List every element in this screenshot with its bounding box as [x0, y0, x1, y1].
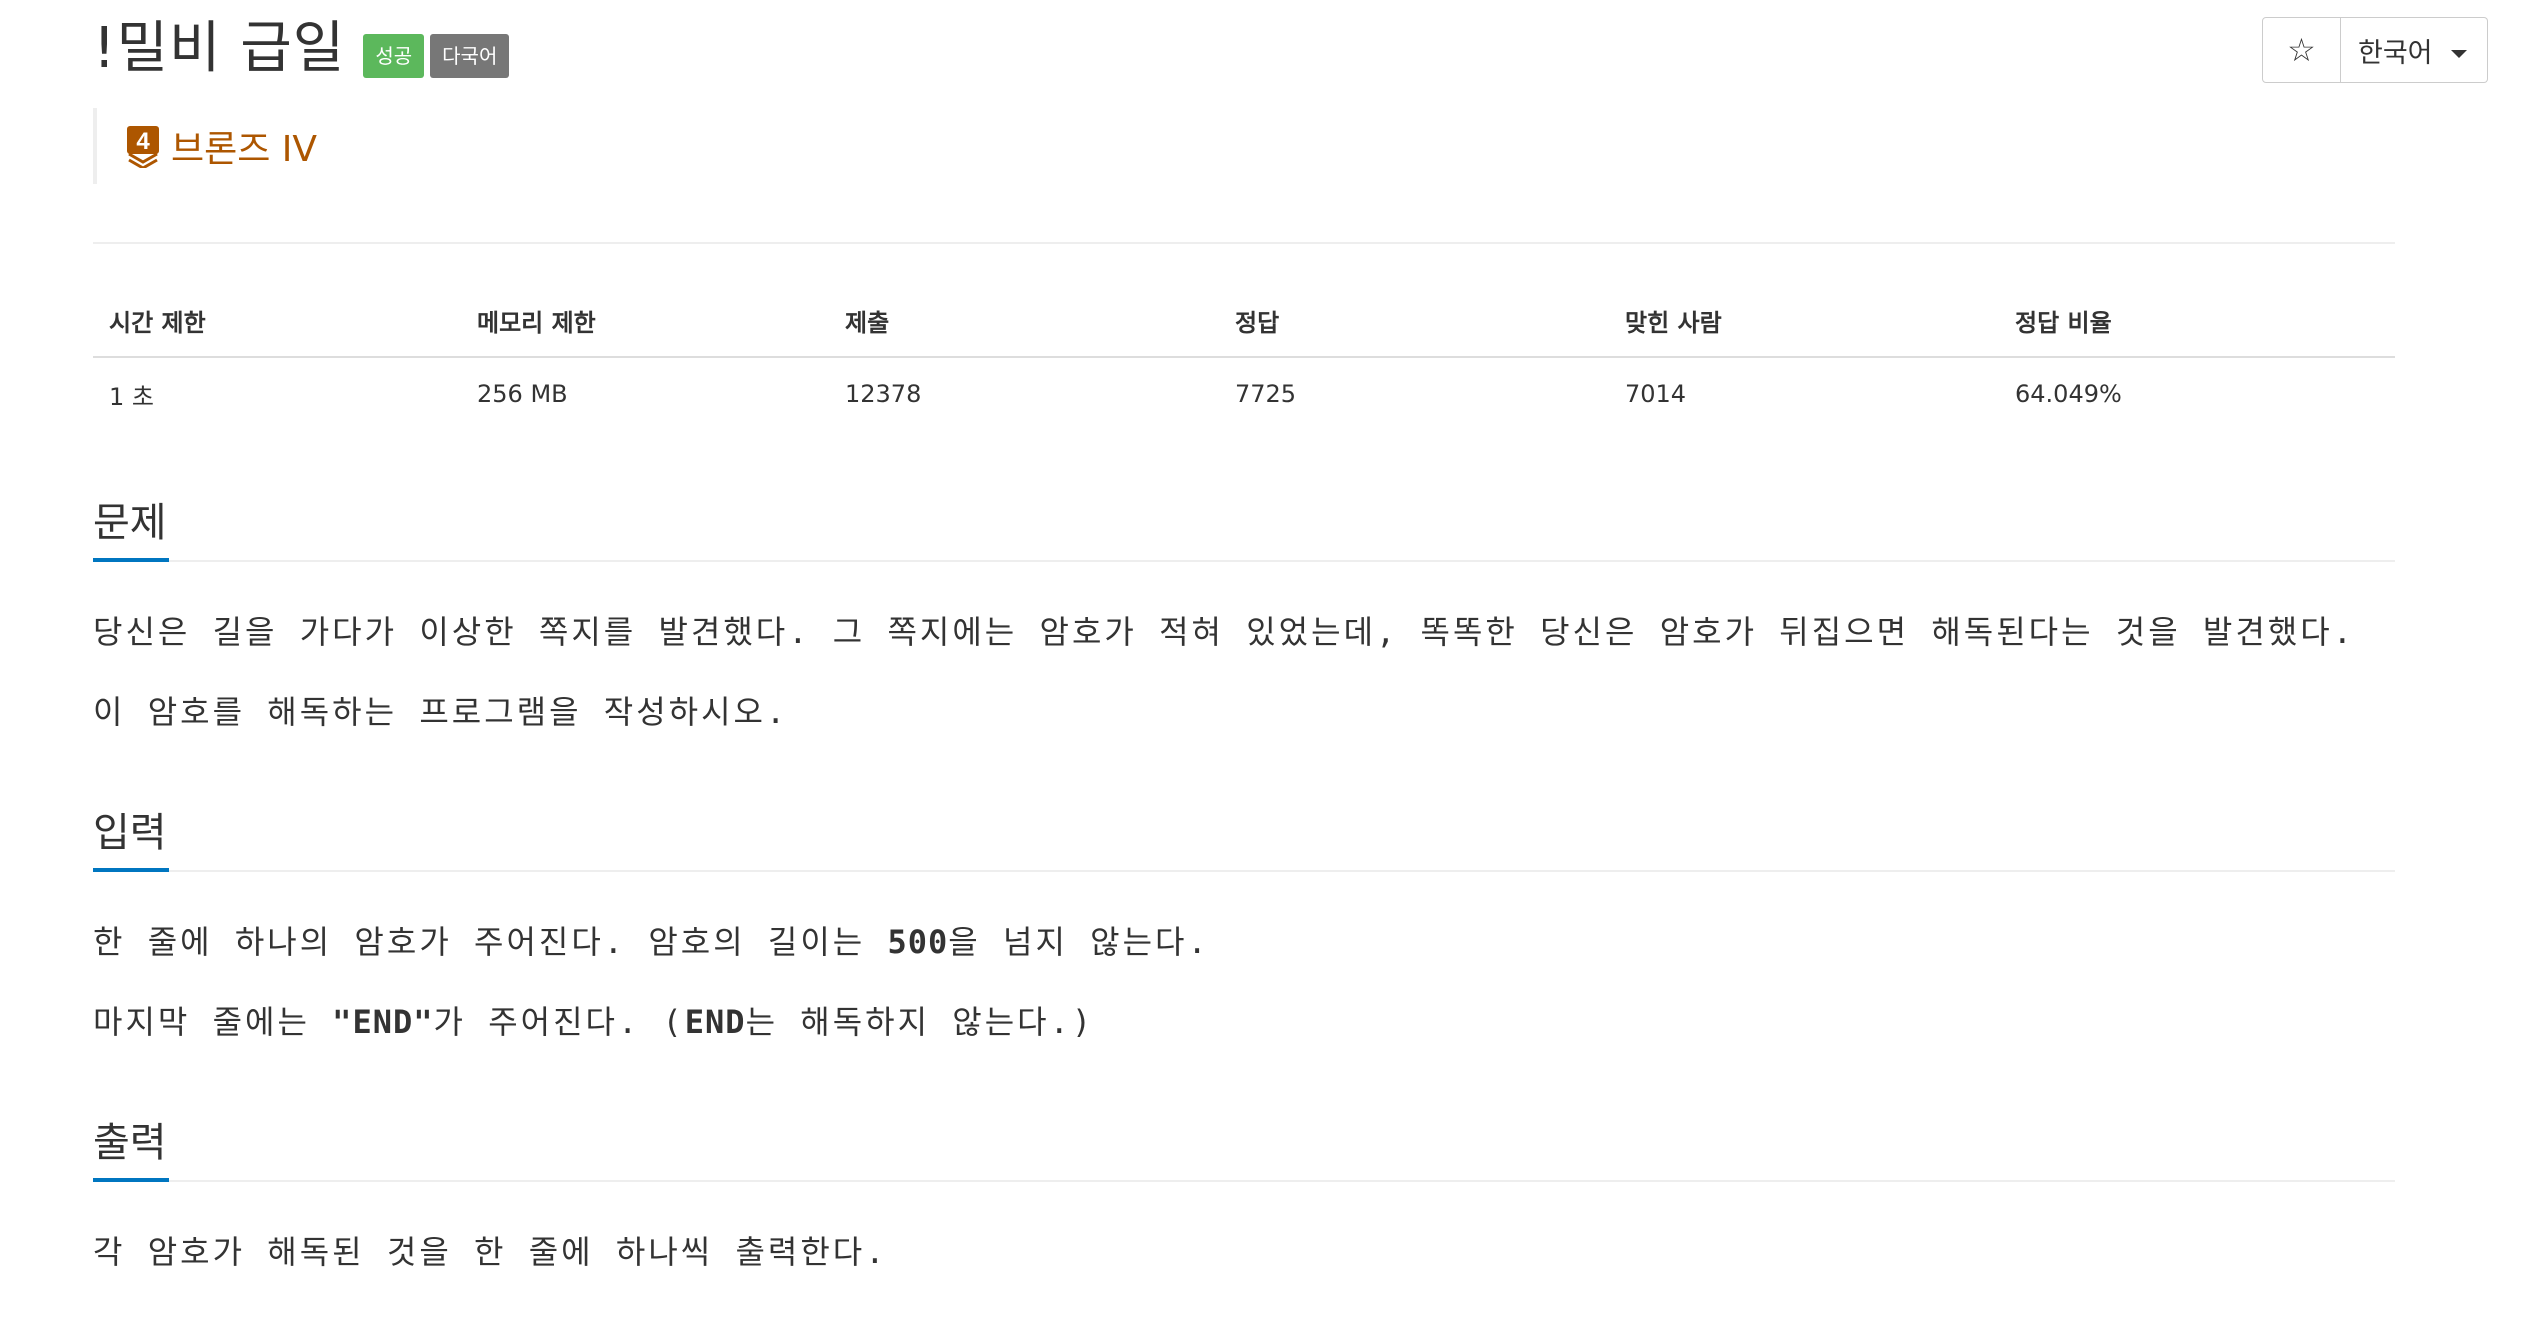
- problem-title: !밀비 급일: [93, 16, 346, 81]
- problem-info-table: 시간 제한 메모리 제한 제출 정답 맞힌 사람 정답 비율 1 초 256 M…: [93, 284, 2395, 430]
- value-memory-limit: 256 MB: [477, 380, 568, 408]
- section-input: 입력 한 줄에 하나의 암호가 주어진다. 암호의 길이는 500을 넘지 않는…: [93, 798, 2395, 1062]
- language-label: 한국어: [2358, 37, 2433, 69]
- value-time-limit: 1 초: [109, 382, 154, 411]
- input-text: 한 줄에 하나의 암호가 주어진다. 암호의 길이는: [93, 923, 888, 961]
- input-body: 한 줄에 하나의 암호가 주어진다. 암호의 길이는 500을 넘지 않는다. …: [93, 872, 2395, 1062]
- value-submissions: 12378: [845, 380, 922, 408]
- table-header-row: 시간 제한 메모리 제한 제출 정답 맞힌 사람 정답 비율: [93, 284, 2395, 358]
- divider: [93, 242, 2395, 244]
- value-solved-users: 7014: [1625, 380, 1687, 408]
- section-title: 출력: [93, 1120, 167, 1166]
- title-row: !밀비 급일 성공 다국어: [93, 16, 510, 82]
- value-accepted: 7725: [1235, 380, 1297, 408]
- input-text: 을 넘지 않는다.: [948, 923, 1210, 961]
- section-output: 출력 각 암호가 해독된 것을 한 줄에 하나씩 출력한다.: [93, 1108, 2395, 1292]
- language-dropdown[interactable]: 한국어: [2341, 17, 2488, 83]
- input-line: 한 줄에 하나의 암호가 주어진다. 암호의 길이는 500을 넘지 않는다.: [93, 902, 2395, 982]
- input-line: 마지막 줄에는 "END"가 주어진다. (END는 해독하지 않는다.): [93, 982, 2395, 1062]
- inline-code: "END": [332, 1003, 434, 1041]
- input-text: 가 주어진다. (: [433, 1003, 685, 1041]
- input-text: 는 해독하지 않는다.): [745, 1003, 1095, 1041]
- tier-label[interactable]: 브론즈 IV: [171, 120, 317, 172]
- header-submissions: 제출: [829, 284, 1219, 358]
- section-title: 입력: [93, 810, 167, 856]
- header-accept-ratio: 정답 비율: [1999, 284, 2395, 358]
- header-solved-users: 맞힌 사람: [1609, 284, 1999, 358]
- section-underline: [93, 868, 169, 872]
- status-badge-success[interactable]: 성공: [363, 34, 425, 78]
- section-description: 문제 당신은 길을 가다가 이상한 쪽지를 발견했다. 그 쪽지에는 암호가 적…: [93, 488, 2395, 752]
- header-accepted: 정답: [1219, 284, 1609, 358]
- tier-bronze-icon: 4: [127, 126, 159, 168]
- chevron-down-icon: [2451, 50, 2467, 58]
- favorite-button[interactable]: ☆: [2262, 17, 2341, 83]
- header-time-limit: 시간 제한: [93, 284, 461, 358]
- header-memory-limit: 메모리 제한: [461, 284, 829, 358]
- section-header: 출력: [93, 1108, 2395, 1182]
- status-badge-multilang[interactable]: 다국어: [430, 34, 510, 78]
- description-body: 당신은 길을 가다가 이상한 쪽지를 발견했다. 그 쪽지에는 암호가 적혀 있…: [93, 562, 2395, 752]
- toolbar: ☆ 한국어: [2262, 17, 2488, 83]
- tier-block: 4 브론즈 IV: [93, 108, 317, 184]
- section-title: 문제: [93, 500, 167, 546]
- output-line: 각 암호가 해독된 것을 한 줄에 하나씩 출력한다.: [93, 1233, 888, 1271]
- value-accept-ratio: 64.049%: [2015, 380, 2122, 408]
- section-header: 문제: [93, 488, 2395, 562]
- inline-code: 500: [887, 923, 949, 961]
- section-underline: [93, 1178, 169, 1182]
- inline-code: END: [684, 1003, 746, 1041]
- tier-number: 4: [136, 128, 150, 155]
- star-icon: ☆: [2287, 31, 2316, 69]
- description-line: 당신은 길을 가다가 이상한 쪽지를 발견했다. 그 쪽지에는 암호가 적혀 있…: [93, 613, 2355, 651]
- description-line: 이 암호를 해독하는 프로그램을 작성하시오.: [93, 693, 789, 731]
- input-text: 마지막 줄에는: [93, 1003, 333, 1041]
- output-body: 각 암호가 해독된 것을 한 줄에 하나씩 출력한다.: [93, 1182, 2395, 1292]
- section-header: 입력: [93, 798, 2395, 872]
- table-row: 1 초 256 MB 12378 7725 7014 64.049%: [93, 357, 2395, 430]
- section-underline: [93, 558, 169, 562]
